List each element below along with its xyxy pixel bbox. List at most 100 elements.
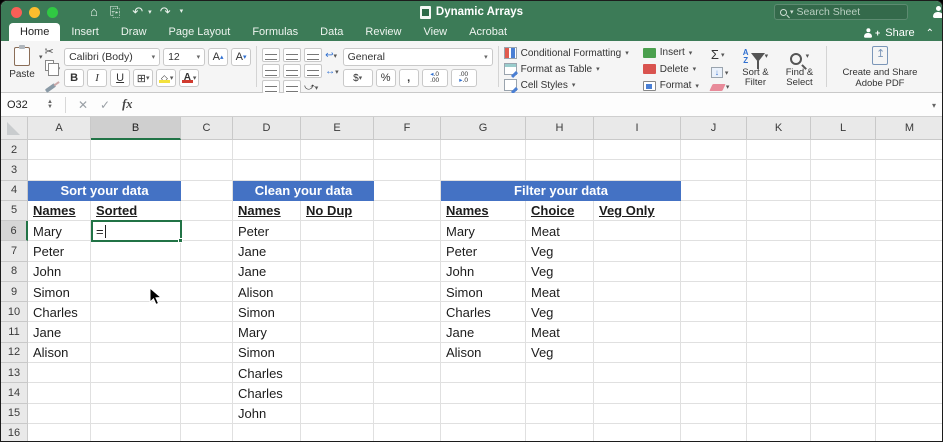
cell-G11[interactable]: Jane [441,322,526,342]
share-button[interactable]: Share [885,27,914,39]
tab-draw[interactable]: Draw [110,23,158,41]
cell-A8[interactable]: John [28,262,91,282]
align-top-button[interactable] [262,48,280,62]
column-header-G[interactable]: G [441,117,526,140]
insert-cells-button[interactable]: Insert▾ [643,47,693,58]
insert-function-icon[interactable]: fx [116,97,138,112]
borders-button[interactable]: ⊞▾ [133,69,153,87]
tab-formulas[interactable]: Formulas [241,23,309,41]
format-cells-button[interactable]: Format▾ [643,80,699,91]
fill-color-button[interactable]: ◇▾ [156,69,176,87]
fill-handle[interactable] [178,238,183,243]
copy-icon[interactable]: ▾ [45,60,61,77]
cancel-icon[interactable]: ✕ [72,98,94,112]
grow-font-button[interactable]: A▴ [208,48,228,66]
undo-icon[interactable]: ↶ [128,2,147,22]
align-bottom-button[interactable] [304,48,322,62]
merge-center-button[interactable]: ↔▾ [325,66,339,77]
row-header-4[interactable]: 4 [1,181,28,201]
fill-button[interactable]: ↓▾ [711,67,729,78]
column-header-A[interactable]: A [28,117,91,140]
row-header-15[interactable]: 15 [1,404,28,424]
column-header-M[interactable]: M [876,117,943,140]
minimize-button[interactable] [29,7,40,18]
column-header-F[interactable]: F [374,117,441,140]
find-select-button[interactable]: ▾ Find & Select [777,46,821,88]
cell-B5[interactable]: Sorted [91,201,181,221]
column-header-K[interactable]: K [747,117,811,140]
cell-H5[interactable]: Choice [526,201,594,221]
column-header-C[interactable]: C [181,117,233,140]
formula-input[interactable] [139,93,943,116]
tab-home[interactable]: Home [9,23,60,41]
worksheet-grid[interactable]: ABCDEFGHIJKLM2345678910111213141516Sort … [1,117,943,442]
tab-view[interactable]: View [412,23,458,41]
font-color-button[interactable]: A▾ [179,69,199,87]
tab-insert[interactable]: Insert [60,23,110,41]
percent-style-button[interactable]: % [376,69,396,87]
name-box-stepper[interactable]: ▲▼ [47,100,53,110]
row-header-5[interactable]: 5 [1,201,28,221]
accounting-format-button[interactable]: $▾ [343,69,373,87]
sort-filter-button[interactable]: AZ ▾ Sort & Filter [733,46,777,88]
cell-A6[interactable]: Mary [28,221,91,241]
shrink-font-button[interactable]: A▾ [231,48,251,66]
banner-sort-your-data[interactable]: Sort your data [28,181,181,201]
cell-H10[interactable]: Veg [526,302,594,322]
cell-A5[interactable]: Names [28,201,91,221]
delete-cells-button[interactable]: Delete▾ [643,64,696,75]
create-pdf-button[interactable]: Create and Share Adobe PDF [842,46,917,89]
cell-D12[interactable]: Simon [233,343,301,363]
align-left-button[interactable] [262,64,280,78]
cell-A10[interactable]: Charles [28,302,91,322]
undo-dropdown-icon[interactable]: ▾ [148,8,152,16]
cell-D10[interactable]: Simon [233,302,301,322]
decrease-decimal-button[interactable]: .00▸.0 [451,69,477,87]
cell-D11[interactable]: Mary [233,322,301,342]
cell-I5[interactable]: Veg Only [594,201,681,221]
row-header-14[interactable]: 14 [1,383,28,403]
save-icon[interactable]: ⎘ [106,2,124,22]
home-icon[interactable]: ⌂ [86,2,102,22]
row-header-8[interactable]: 8 [1,262,28,282]
cell-H6[interactable]: Meat [526,221,594,241]
active-edit-cell-B6[interactable]: = [91,220,182,242]
cell-D8[interactable]: Jane [233,262,301,282]
cell-A9[interactable]: Simon [28,282,91,302]
align-center-button[interactable] [283,64,301,78]
column-header-B[interactable]: B [91,117,181,140]
bold-button[interactable]: B [64,69,84,87]
tab-page-layout[interactable]: Page Layout [158,23,242,41]
cell-G12[interactable]: Alison [441,343,526,363]
column-header-D[interactable]: D [233,117,301,140]
row-header-10[interactable]: 10 [1,302,28,322]
align-right-button[interactable] [304,64,322,78]
cell-D14[interactable]: Charles [233,383,301,403]
redo-icon[interactable]: ↷ [156,2,175,22]
cell-D5[interactable]: Names [233,201,301,221]
cell-G6[interactable]: Mary [441,221,526,241]
row-header-7[interactable]: 7 [1,241,28,261]
cell-G5[interactable]: Names [441,201,526,221]
cell-styles-button[interactable]: Cell Styles▾ [504,79,576,91]
cell-A7[interactable]: Peter [28,241,91,261]
search-sheet-box[interactable]: ▾ Search Sheet [774,4,908,20]
cell-G10[interactable]: Charles [441,302,526,322]
cell-H11[interactable]: Meat [526,322,594,342]
wrap-text-button[interactable]: ↩▾ [325,50,337,61]
italic-button[interactable]: I [87,69,107,87]
close-button[interactable] [11,7,22,18]
banner-clean-your-data[interactable]: Clean your data [233,181,374,201]
decrease-indent-button[interactable] [262,80,280,94]
cell-A11[interactable]: Jane [28,322,91,342]
column-header-E[interactable]: E [301,117,374,140]
cell-E5[interactable]: No Dup [301,201,374,221]
customize-toolbar-icon[interactable]: ▾ [176,2,188,22]
increase-decimal-button[interactable]: ◂.0.00 [422,69,448,87]
cell-H12[interactable]: Veg [526,343,594,363]
column-header-J[interactable]: J [681,117,747,140]
tab-acrobat[interactable]: Acrobat [458,23,518,41]
name-box[interactable]: O32 [1,99,47,111]
tab-data[interactable]: Data [309,23,354,41]
cell-D9[interactable]: Alison [233,282,301,302]
